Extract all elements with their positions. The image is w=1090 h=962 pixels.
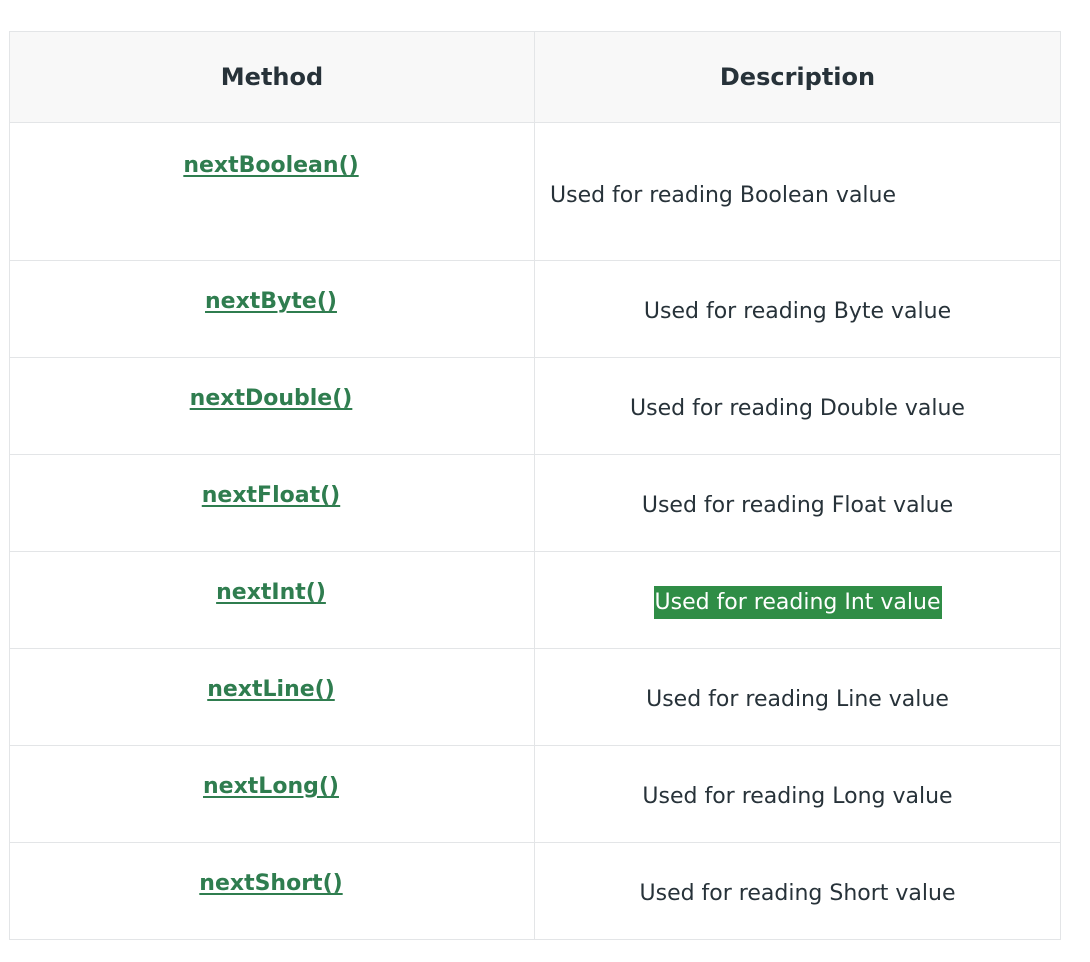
table-header-row: Method Description: [9, 31, 1061, 123]
method-cell: nextLong(): [9, 745, 535, 843]
method-cell: nextBoolean(): [9, 122, 535, 261]
method-link-nextboolean[interactable]: nextBoolean(): [183, 153, 358, 178]
method-cell: nextDouble(): [9, 357, 535, 455]
method-cell: nextLine(): [9, 648, 535, 746]
description-cell: Used for reading Float value: [534, 454, 1061, 552]
description-cell: Used for reading Int value: [534, 551, 1061, 649]
method-cell: nextInt(): [9, 551, 535, 649]
table-row: nextByte() Used for reading Byte value: [9, 260, 1061, 358]
method-cell: nextFloat(): [9, 454, 535, 552]
methods-table-container: Method Description nextBoolean() Used fo…: [9, 31, 1061, 940]
description-text: Used for reading Double value: [630, 395, 965, 421]
description-text: Used for reading Float value: [641, 492, 954, 518]
method-link-nextdouble[interactable]: nextDouble(): [190, 386, 353, 411]
description-text: Used for reading Line value: [646, 686, 949, 712]
method-link-nextshort[interactable]: nextShort(): [199, 871, 342, 896]
method-cell: nextShort(): [9, 842, 535, 940]
description-cell: Used for reading Double value: [534, 357, 1061, 455]
description-cell: Used for reading Byte value: [534, 260, 1061, 358]
header-method: Method: [9, 31, 535, 123]
method-link-nextlong[interactable]: nextLong(): [203, 774, 339, 799]
description-cell: Used for reading Short value: [534, 842, 1061, 940]
table-row: nextShort() Used for reading Short value: [9, 842, 1061, 940]
table-row: nextLong() Used for reading Long value: [9, 745, 1061, 843]
description-cell: Used for reading Long value: [534, 745, 1061, 843]
description-text-highlighted: Used for reading Int value: [653, 585, 942, 619]
method-link-nextline[interactable]: nextLine(): [207, 677, 335, 702]
description-text: Used for reading Boolean value: [550, 183, 897, 208]
description-cell: Used for reading Line value: [534, 648, 1061, 746]
table-row: nextDouble() Used for reading Double val…: [9, 357, 1061, 455]
description-text: Used for reading Byte value: [643, 298, 952, 324]
method-link-nextbyte[interactable]: nextByte(): [205, 289, 337, 314]
scanner-methods-table: Method Description nextBoolean() Used fo…: [9, 31, 1061, 940]
table-row: nextFloat() Used for reading Float value: [9, 454, 1061, 552]
method-cell: nextByte(): [9, 260, 535, 358]
table-row: nextInt() Used for reading Int value: [9, 551, 1061, 649]
description-cell: Used for reading Boolean value: [534, 122, 1061, 261]
method-link-nextfloat[interactable]: nextFloat(): [202, 483, 340, 508]
description-text: Used for reading Long value: [642, 783, 953, 809]
table-row: nextBoolean() Used for reading Boolean v…: [9, 122, 1061, 261]
method-link-nextint[interactable]: nextInt(): [216, 580, 326, 605]
header-description: Description: [534, 31, 1061, 123]
table-row: nextLine() Used for reading Line value: [9, 648, 1061, 746]
description-text: Used for reading Short value: [639, 880, 956, 906]
